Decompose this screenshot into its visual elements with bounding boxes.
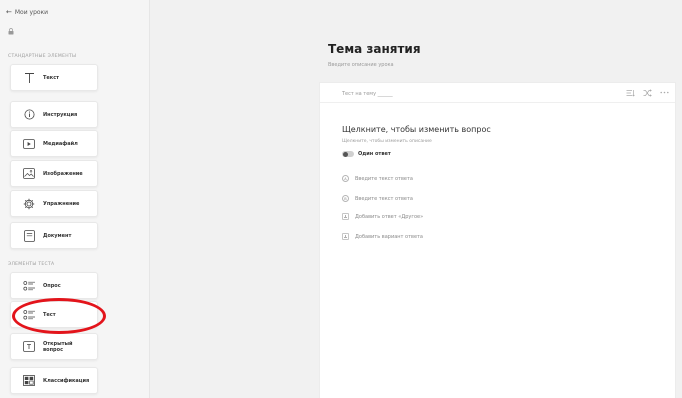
- palette-item-label: Документ: [43, 232, 72, 239]
- palette-item-poll[interactable]: Опрос: [10, 272, 98, 299]
- palette-item-classification[interactable]: Классификация: [10, 367, 98, 394]
- answer-option-b[interactable]: B Введите текст ответа: [342, 195, 413, 202]
- document-icon: [22, 229, 36, 243]
- question-description[interactable]: Щелкните, чтобы изменить описание: [342, 139, 432, 144]
- palette-item-media[interactable]: Медиафайл: [10, 130, 98, 157]
- test-list-icon: [22, 308, 36, 322]
- lock-icon[interactable]: [8, 28, 14, 35]
- question-title[interactable]: Щелкните, чтобы изменить вопрос: [342, 125, 491, 134]
- image-icon: [22, 167, 36, 181]
- toggle-knob: [342, 151, 348, 157]
- lesson-title[interactable]: Тема занятия: [328, 42, 421, 56]
- palette-item-exercise[interactable]: Упражнение: [10, 190, 98, 217]
- lesson-description-input[interactable]: Введите описание урока: [328, 62, 394, 68]
- palette-item-label: Тест: [43, 311, 56, 318]
- poll-icon: [22, 279, 36, 293]
- palette-item-label: Текст: [43, 74, 60, 81]
- answer-option-a[interactable]: A Введите текст ответа: [342, 175, 413, 182]
- question-card: Тест на тему ______ Щелкните, чтобы изме…: [319, 82, 676, 398]
- palette-item-label: Изображение: [43, 170, 83, 177]
- open-question-label-line2: вопрос: [43, 346, 64, 353]
- add-icon: [342, 213, 349, 220]
- back-link[interactable]: ← Мои уроки: [6, 8, 48, 16]
- sidebar: ← Мои уроки СТАНДАРТНЫЕ ЭЛЕМЕНТЫ Текст И…: [0, 0, 150, 398]
- answer-marker-b: B: [342, 195, 349, 202]
- palette-item-document[interactable]: Документ: [10, 222, 98, 249]
- info-icon: [22, 108, 36, 122]
- more-options-icon[interactable]: [660, 88, 669, 97]
- text-icon: [22, 71, 36, 85]
- palette-item-label: Открытый вопрос: [43, 341, 73, 353]
- back-link-label: Мои уроки: [14, 8, 49, 16]
- palette-item-label: Классификация: [43, 377, 90, 384]
- test-name-input[interactable]: Тест на тему ______: [342, 91, 393, 97]
- single-answer-label: Один ответ: [358, 151, 391, 157]
- single-answer-toggle-row[interactable]: Один ответ: [342, 151, 391, 157]
- palette-item-test[interactable]: Тест: [10, 301, 98, 328]
- add-answer-option-button[interactable]: Добавить вариант ответа: [342, 233, 423, 240]
- media-icon: [22, 137, 36, 151]
- palette-item-text[interactable]: Текст: [10, 64, 98, 91]
- palette-item-label: Упражнение: [43, 200, 80, 207]
- palette-item-instruction[interactable]: Инструкция: [10, 101, 98, 128]
- answer-input-a[interactable]: Введите текст ответа: [355, 176, 413, 182]
- exercise-gear-icon: [22, 197, 36, 211]
- palette-item-label: Медиафайл: [43, 140, 78, 147]
- test-elements-section-label: ЭЛЕМЕНТЫ ТЕСТА: [8, 262, 55, 267]
- main-area: Тема занятия Введите описание урока Тест…: [150, 0, 682, 398]
- open-question-icon: [22, 340, 36, 354]
- card-header: Тест на тему ______: [320, 83, 675, 103]
- answer-marker-a: A: [342, 175, 349, 182]
- standard-elements-section-label: СТАНДАРТНЫЕ ЭЛЕМЕНТЫ: [8, 54, 77, 59]
- palette-item-label: Опрос: [43, 282, 61, 289]
- add-other-answer-button[interactable]: Добавить ответ «Другое»: [342, 213, 423, 220]
- classification-icon: [22, 374, 36, 388]
- add-other-answer-label: Добавить ответ «Другое»: [355, 213, 424, 220]
- reorder-icon[interactable]: [626, 88, 635, 97]
- add-icon: [342, 233, 349, 240]
- card-tools: [626, 88, 669, 97]
- shuffle-icon[interactable]: [643, 88, 652, 97]
- palette-item-label: Инструкция: [43, 111, 78, 118]
- back-arrow-icon: ←: [6, 8, 12, 16]
- answer-input-b[interactable]: Введите текст ответа: [355, 196, 413, 202]
- single-answer-toggle[interactable]: [342, 151, 354, 157]
- palette-item-image[interactable]: Изображение: [10, 160, 98, 187]
- add-answer-option-label: Добавить вариант ответа: [355, 233, 423, 240]
- palette-item-open-question[interactable]: Открытый вопрос: [10, 333, 98, 360]
